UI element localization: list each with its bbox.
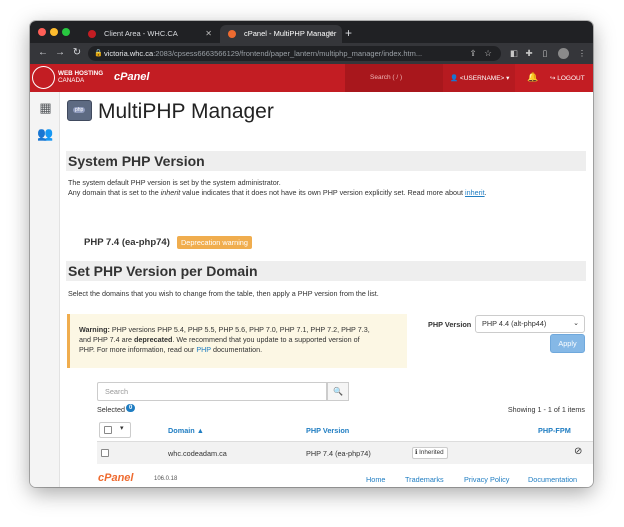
back-arrow-icon[interactable]: ← (36, 46, 50, 60)
url-path: :2083/cpsess6663566129/frontend/paper_la… (153, 49, 423, 58)
menu-dots-icon[interactable]: ⋮ (576, 47, 588, 60)
sidebar-toggle-icon[interactable]: ▯ (539, 47, 551, 60)
selected-count-badge: 0 (126, 404, 136, 412)
footer-link-documentation[interactable]: Documentation (528, 475, 577, 484)
globe-logo-icon (32, 66, 55, 89)
disabled-circle-icon: ⊘ (574, 446, 583, 457)
info-icon: ℹ (415, 449, 418, 456)
url-host: victoria.whc.ca (104, 49, 154, 58)
chevron-down-icon: ▾ (506, 75, 510, 82)
footer-link-trademarks[interactable]: Trademarks (405, 475, 444, 484)
column-header-php-version[interactable]: PHP Version (306, 426, 349, 435)
footer-cpanel-logo: cPanel (98, 472, 134, 484)
row-checkbox[interactable] (101, 449, 109, 457)
new-tab-button[interactable]: + (345, 25, 352, 41)
pagination-summary: Showing 1 - 1 of 1 items (507, 405, 585, 414)
system-php-version: PHP 7.4 (ea-php74) (84, 237, 170, 248)
select-all-checkbox[interactable] (104, 426, 112, 434)
close-window-button[interactable] (38, 28, 46, 36)
grid-apps-icon[interactable]: ▦ (37, 99, 54, 116)
reload-icon[interactable]: ↻ (70, 46, 84, 60)
logo-text-line1: WEB HOSTING (58, 70, 104, 77)
footer-version: 106.0.18 (154, 476, 178, 482)
inherited-badge: ℹ Inherited (412, 447, 448, 459)
share-icon[interactable]: ⇪ (467, 47, 479, 60)
close-tab-icon[interactable]: ✕ (327, 25, 334, 43)
footer-link-home[interactable]: Home (366, 475, 385, 484)
bell-icon[interactable]: 🔔 (527, 72, 538, 83)
browser-window: Client Area - WHC.CA ✕ cPanel - MultiPHP… (30, 21, 593, 487)
chevron-down-icon: ⌄ (573, 320, 579, 327)
cpanel-favicon-icon (228, 30, 236, 38)
minimize-window-button[interactable] (50, 28, 58, 36)
domain-search-input[interactable]: Search (97, 382, 327, 401)
logo-text-line2: CANADA (58, 77, 85, 84)
close-tab-icon[interactable]: ✕ (205, 25, 212, 43)
deprecation-warning-box: Warning: PHP versions PHP 5.4, PHP 5.5, … (67, 314, 407, 368)
search-icon[interactable]: 🔍 (327, 382, 349, 401)
php-version-label: PHP Version (428, 320, 472, 329)
header-search-input[interactable]: Search ( / ) (370, 74, 402, 81)
caret-down-icon[interactable]: ▾ (120, 424, 124, 432)
users-icon[interactable]: 👥 (37, 125, 54, 142)
lock-icon: 🔒 (94, 50, 103, 57)
browser-toolbar: ← → ↻ 🔒 victoria.whc.ca:2083/cpsess66635… (30, 43, 593, 64)
system-php-description-2: Any domain that is set to the inherit va… (68, 188, 487, 197)
domain-php-description: Select the domains that you wish to chan… (68, 289, 379, 298)
address-bar[interactable]: 🔒 victoria.whc.ca:2083/cpsess6663566129/… (88, 46, 501, 61)
apply-button[interactable]: Apply (550, 334, 585, 353)
logout-button[interactable]: ↪ LOGOUT (550, 74, 585, 82)
logout-icon: ↪ (550, 75, 556, 82)
multiphp-page-icon (67, 100, 92, 121)
row-domain: whc.codeadam.ca (168, 449, 227, 458)
row-php-version: PHP 7.4 (ea-php74) (306, 449, 371, 458)
profile-avatar-icon[interactable] (558, 48, 569, 59)
extension-icon[interactable]: ◧ (508, 47, 520, 60)
inherit-link[interactable]: inherit (465, 188, 485, 197)
php-version-select[interactable]: PHP 4.4 (alt-php44) ⌄ (475, 315, 585, 333)
deprecation-warning-badge: Deprecation warning (177, 236, 252, 249)
user-icon: 👤 (450, 75, 459, 82)
table-header: ▾ Domain ▲ PHP Version PHP-FPM (97, 418, 593, 442)
domain-php-section-title: Set PHP Version per Domain (66, 261, 586, 281)
system-php-section-title: System PHP Version (66, 151, 586, 171)
bookmark-star-icon[interactable]: ☆ (482, 47, 494, 60)
tab-client-area[interactable]: Client Area - WHC.CA ✕ (80, 25, 220, 43)
forward-arrow-icon[interactable]: → (53, 46, 67, 60)
footer-link-privacy-policy[interactable]: Privacy Policy (464, 475, 509, 484)
php-documentation-link[interactable]: PHP (196, 345, 211, 354)
zoom-window-button[interactable] (62, 28, 70, 36)
column-header-php-fpm: PHP-FPM (538, 426, 571, 435)
select-all-control[interactable]: ▾ (99, 422, 131, 438)
puzzle-icon[interactable]: ✚ (523, 47, 535, 60)
cpanel-brand-logo[interactable]: cPanel (114, 71, 149, 83)
page-title: MultiPHP Manager (98, 100, 274, 123)
main-content: MultiPHP Manager System PHP Version The … (60, 92, 593, 487)
system-php-description-1: The system default PHP version is set by… (68, 178, 281, 187)
sidebar: ▦ 👥 (30, 92, 60, 487)
whc-favicon-icon (88, 30, 96, 38)
user-menu[interactable]: 👤 <USERNAME> ▾ (450, 74, 509, 82)
tab-multiphp-manager[interactable]: cPanel - MultiPHP Manager ✕ (220, 25, 342, 43)
username-label: <USERNAME> (459, 75, 505, 82)
selected-label: Selected (97, 405, 125, 414)
cpanel-header: WEB HOSTING CANADA cPanel Search ( / ) 👤… (30, 64, 593, 92)
column-header-domain[interactable]: Domain ▲ (168, 426, 204, 435)
table-row: whc.codeadam.ca PHP 7.4 (ea-php74) ℹ Inh… (97, 442, 593, 464)
tab-bar: Client Area - WHC.CA ✕ cPanel - MultiPHP… (30, 21, 593, 43)
